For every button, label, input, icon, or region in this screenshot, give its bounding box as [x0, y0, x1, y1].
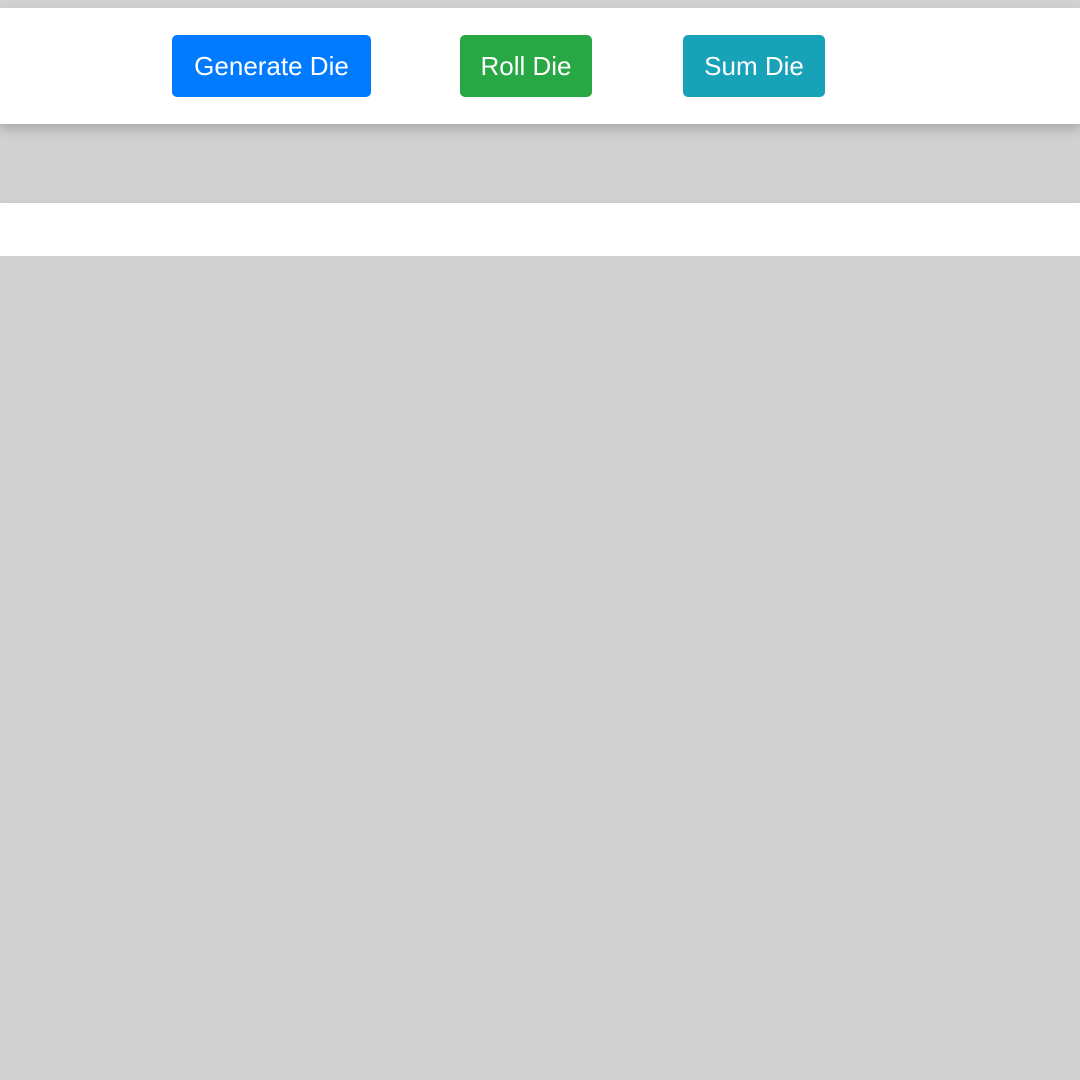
dice-container	[0, 256, 1080, 1080]
sum-die-button[interactable]: Sum Die	[683, 35, 825, 97]
roll-die-button[interactable]: Roll Die	[460, 35, 592, 97]
toolbar: Generate Die Roll Die Sum Die	[0, 8, 1080, 124]
sum-result-bar	[0, 203, 1080, 256]
generate-die-button[interactable]: Generate Die	[172, 35, 371, 97]
